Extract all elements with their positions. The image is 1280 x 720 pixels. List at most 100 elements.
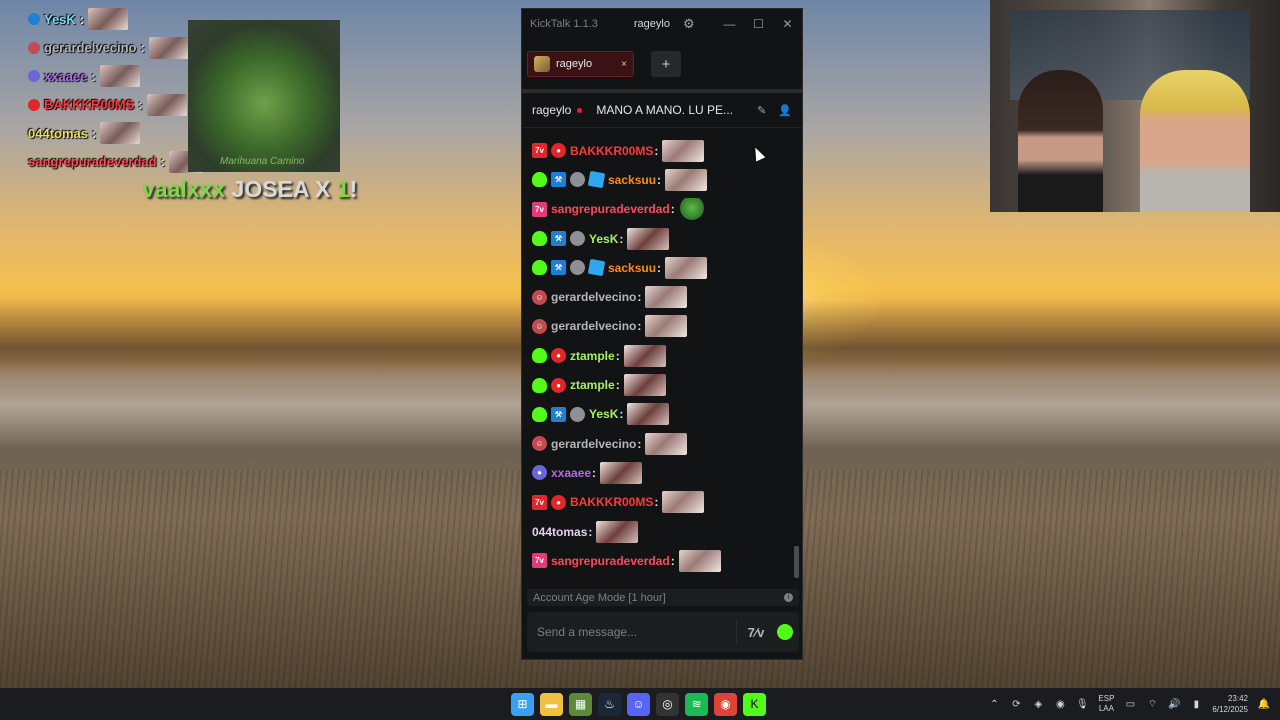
chat-username[interactable]: xxaaee — [551, 466, 591, 480]
chat-username[interactable]: BAKKKR00MS — [570, 144, 653, 158]
chat-colon: : — [615, 378, 620, 393]
chat-emote[interactable] — [662, 491, 705, 514]
chat-emote[interactable] — [600, 461, 643, 484]
display-icon[interactable]: ▭ — [1124, 698, 1136, 710]
alien-badge-icon — [532, 260, 547, 276]
chat-emote[interactable] — [645, 315, 688, 338]
current-user[interactable]: rageylo — [634, 18, 670, 30]
tab-close-icon[interactable]: × — [621, 59, 627, 70]
network-icon[interactable]: ◉ — [1054, 698, 1066, 710]
webcam-feed — [990, 0, 1280, 212]
volume-icon[interactable]: 🔊 — [1168, 698, 1180, 710]
chat-username[interactable]: sangrepuradeverdad — [551, 554, 670, 568]
wifi-icon[interactable]: ⌔ — [1146, 698, 1158, 710]
spotify-icon[interactable]: ≋ — [685, 692, 708, 716]
chat-emote[interactable] — [678, 549, 721, 572]
chat-message[interactable]: ☺ gerardelvecino: — [532, 282, 802, 311]
taskbar: ⊞ ▬ ▦ ♨ ☺ ◎ ≋ ◉ K ⌃ ⟳ ◈ ◉ 🎙 ESP LAA ▭ ⌔ 🔊 ▮ 23:4… — [0, 688, 1280, 720]
chat-emote[interactable] — [627, 403, 670, 426]
chat-username[interactable]: ztample — [570, 378, 615, 392]
notification-icon[interactable]: 🔔 — [1258, 698, 1270, 710]
obs-icon[interactable]: ◎ — [656, 692, 679, 716]
shield-icon[interactable]: ◈ — [1032, 698, 1044, 710]
chat-username[interactable]: gerardelvecino — [551, 437, 636, 451]
minecraft-icon[interactable]: ▦ — [569, 692, 592, 716]
chat-username[interactable]: 044tomas — [532, 525, 587, 539]
chat-scrollbar[interactable] — [794, 546, 799, 578]
overlay-username: BAKKKR00MS — [44, 97, 135, 113]
chat-emote[interactable] — [645, 286, 688, 309]
add-tab-button[interactable]: + — [651, 51, 681, 77]
maximize-icon[interactable]: ☐ — [744, 17, 773, 31]
chat-message[interactable]: 044tomas: — [532, 517, 802, 546]
pin-icon[interactable]: ✎ — [757, 104, 766, 117]
chat-emote[interactable] — [678, 198, 705, 221]
overlay-colon: : — [91, 68, 96, 84]
start-icon[interactable]: ⊞ — [511, 692, 534, 716]
user-icon[interactable]: 👤 — [778, 104, 792, 117]
chat-emote[interactable] — [623, 344, 666, 367]
chat-message-list[interactable]: 7v ● BAKKKR00MS: ⚒ sacksuu:7v sangrepuradever… — [522, 136, 802, 586]
chat-colon: : — [670, 553, 675, 568]
message-input[interactable] — [537, 625, 728, 639]
chat-message[interactable]: ● ztample: — [532, 370, 802, 399]
chat-message[interactable]: 7v sangrepuradeverdad: — [532, 195, 802, 224]
chat-message[interactable]: ⚒ YesK: — [532, 224, 802, 253]
chat-colon: : — [637, 319, 642, 334]
chevron-up-icon[interactable]: ⌃ — [988, 698, 1000, 710]
chat-username[interactable]: sangrepuradeverdad — [551, 202, 670, 216]
tab-rageylo[interactable]: rageylo × — [527, 51, 634, 77]
file-explorer-icon[interactable]: ▬ — [540, 692, 563, 716]
chat-username[interactable]: BAKKKR00MS — [570, 495, 653, 509]
chat-message[interactable]: ☺ gerardelvecino: — [532, 429, 802, 458]
chat-username[interactable]: ztample — [570, 349, 615, 363]
minimize-icon[interactable]: — — [715, 17, 744, 31]
chat-message[interactable]: ☺ gerardelvecino: — [532, 312, 802, 341]
channel-header: rageylo MANO A MANO. LU PE... ✎ 👤 — [522, 93, 802, 128]
battery-icon[interactable]: ▮ — [1190, 698, 1202, 710]
chat-emote[interactable] — [645, 432, 688, 455]
alien-badge-icon — [532, 172, 547, 188]
microphone-icon[interactable]: 🎙 — [1076, 698, 1089, 710]
kick-emote-button[interactable] — [777, 624, 793, 640]
chat-message[interactable]: ⚒ YesK: — [532, 400, 802, 429]
language-indicator[interactable]: ESP LAA — [1098, 694, 1114, 714]
overlay-cannabis-image — [188, 20, 340, 172]
chat-message[interactable]: ● xxaaee: — [532, 458, 802, 487]
steam-icon[interactable]: ♨ — [598, 692, 621, 716]
chat-emote[interactable] — [665, 168, 708, 191]
chat-message[interactable]: 7v sangrepuradeverdad: — [532, 546, 802, 575]
chat-username[interactable]: gerardelvecino — [551, 290, 636, 304]
kicktalk-titlebar[interactable]: KickTalk 1.1.3 rageylo ⚙ — ☐ ✕ — [522, 9, 802, 39]
sync-icon[interactable]: ⟳ — [1010, 698, 1022, 710]
chat-username[interactable]: YesK — [589, 232, 618, 246]
chat-colon: : — [592, 465, 597, 480]
gear-icon[interactable]: ⚙ — [683, 16, 695, 32]
close-icon[interactable]: ✕ — [773, 17, 802, 31]
chat-username[interactable]: sacksuu — [608, 261, 656, 275]
chrome-icon[interactable]: ◉ — [714, 692, 737, 716]
info-icon[interactable]: i — [784, 593, 793, 602]
chat-emote[interactable] — [662, 139, 705, 162]
chat-message[interactable]: ● ztample: — [532, 341, 802, 370]
window-controls: — ☐ ✕ — [715, 17, 802, 31]
discord-icon[interactable]: ☺ — [627, 692, 650, 716]
webcam-person-left — [1018, 70, 1103, 212]
fire-badge-icon: ● — [551, 377, 566, 393]
chat-message[interactable]: 7v ● BAKKKR00MS: — [532, 488, 802, 517]
chat-username[interactable]: YesK — [589, 407, 618, 421]
7tv-emote-button[interactable]: 7⁄v — [745, 625, 767, 640]
chat-username[interactable]: sacksuu — [608, 173, 656, 187]
kick-icon[interactable]: K — [743, 692, 766, 716]
chat-emote[interactable] — [665, 256, 708, 279]
chat-emote[interactable] — [596, 520, 639, 543]
composer-divider — [736, 620, 737, 644]
chat-colon: : — [619, 231, 624, 246]
chat-message[interactable]: ⚒ sacksuu: — [532, 165, 802, 194]
chat-message[interactable]: ⚒ sacksuu: — [532, 253, 802, 282]
clock[interactable]: 23:42 6/12/2025 — [1212, 693, 1248, 715]
chat-emote[interactable] — [627, 227, 670, 250]
kicktalk-window[interactable]: KickTalk 1.1.3 rageylo ⚙ — ☐ ✕ rageylo ×… — [521, 8, 803, 660]
chat-username[interactable]: gerardelvecino — [551, 319, 636, 333]
chat-emote[interactable] — [623, 374, 666, 397]
